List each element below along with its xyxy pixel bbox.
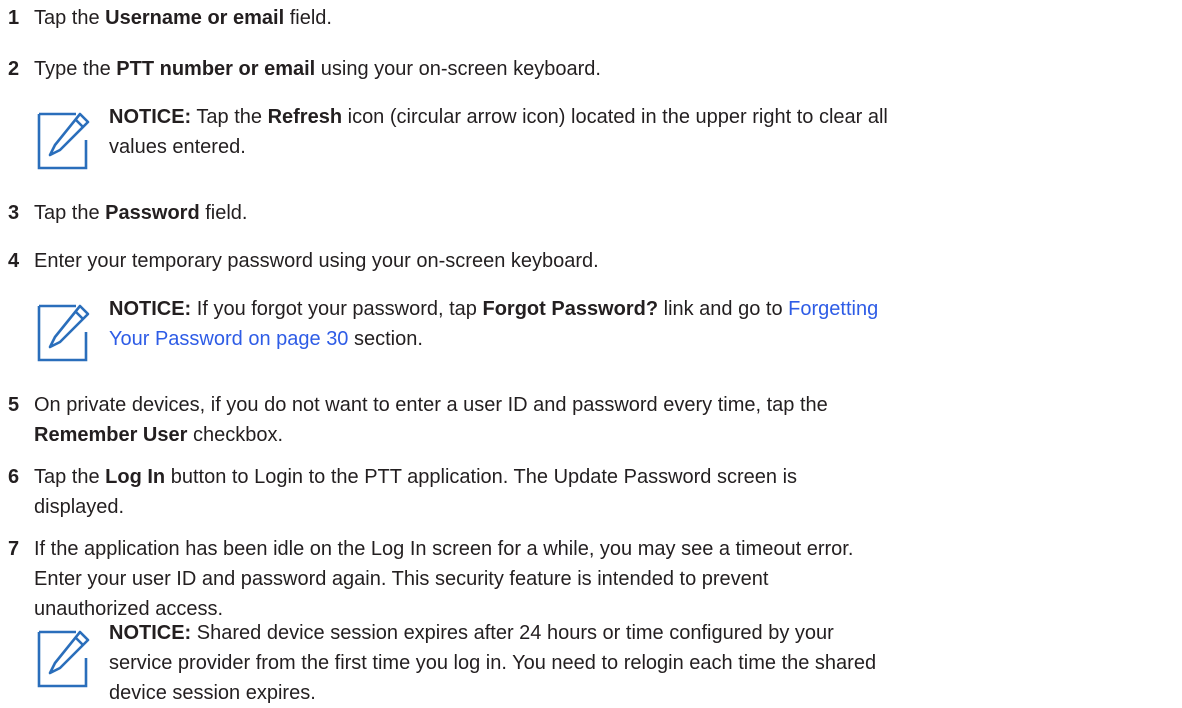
notice-text: NOTICE: Tap the Refresh icon (circular a… (109, 106, 888, 158)
step-number: 2 (8, 58, 20, 80)
step-number: 6 (8, 466, 20, 488)
step-text: Tap the Username or email field. (34, 7, 332, 29)
step-number: 3 (8, 202, 20, 224)
step-text: Enter your temporary password using your… (34, 250, 599, 272)
notice-text: NOTICE: Shared device session expires af… (109, 622, 877, 704)
step-number: 5 (8, 394, 20, 416)
forgetting-password-link[interactable]: Forgetting (788, 298, 878, 320)
forgetting-password-link-cont[interactable]: Your Password on page 30 (109, 328, 348, 350)
step-number: 7 (8, 538, 20, 560)
step-text: Tap the Password field. (34, 202, 248, 224)
step-number: 1 (8, 7, 20, 29)
pencil-note-icon (37, 630, 90, 688)
step-number: 4 (8, 250, 20, 272)
pencil-note-icon (37, 112, 90, 170)
step-text: If the application has been idle on the … (34, 538, 854, 620)
procedure-page: 1 Tap the Username or email field. 2 Typ… (0, 0, 1182, 708)
notice-text: NOTICE: If you forgot your password, tap… (109, 298, 879, 350)
step-text: Type the PTT number or email using your … (34, 58, 601, 80)
pencil-note-icon (37, 304, 90, 362)
step-text: Tap the Log In button to Login to the PT… (34, 466, 798, 518)
step-text: On private devices, if you do not want t… (34, 394, 828, 446)
